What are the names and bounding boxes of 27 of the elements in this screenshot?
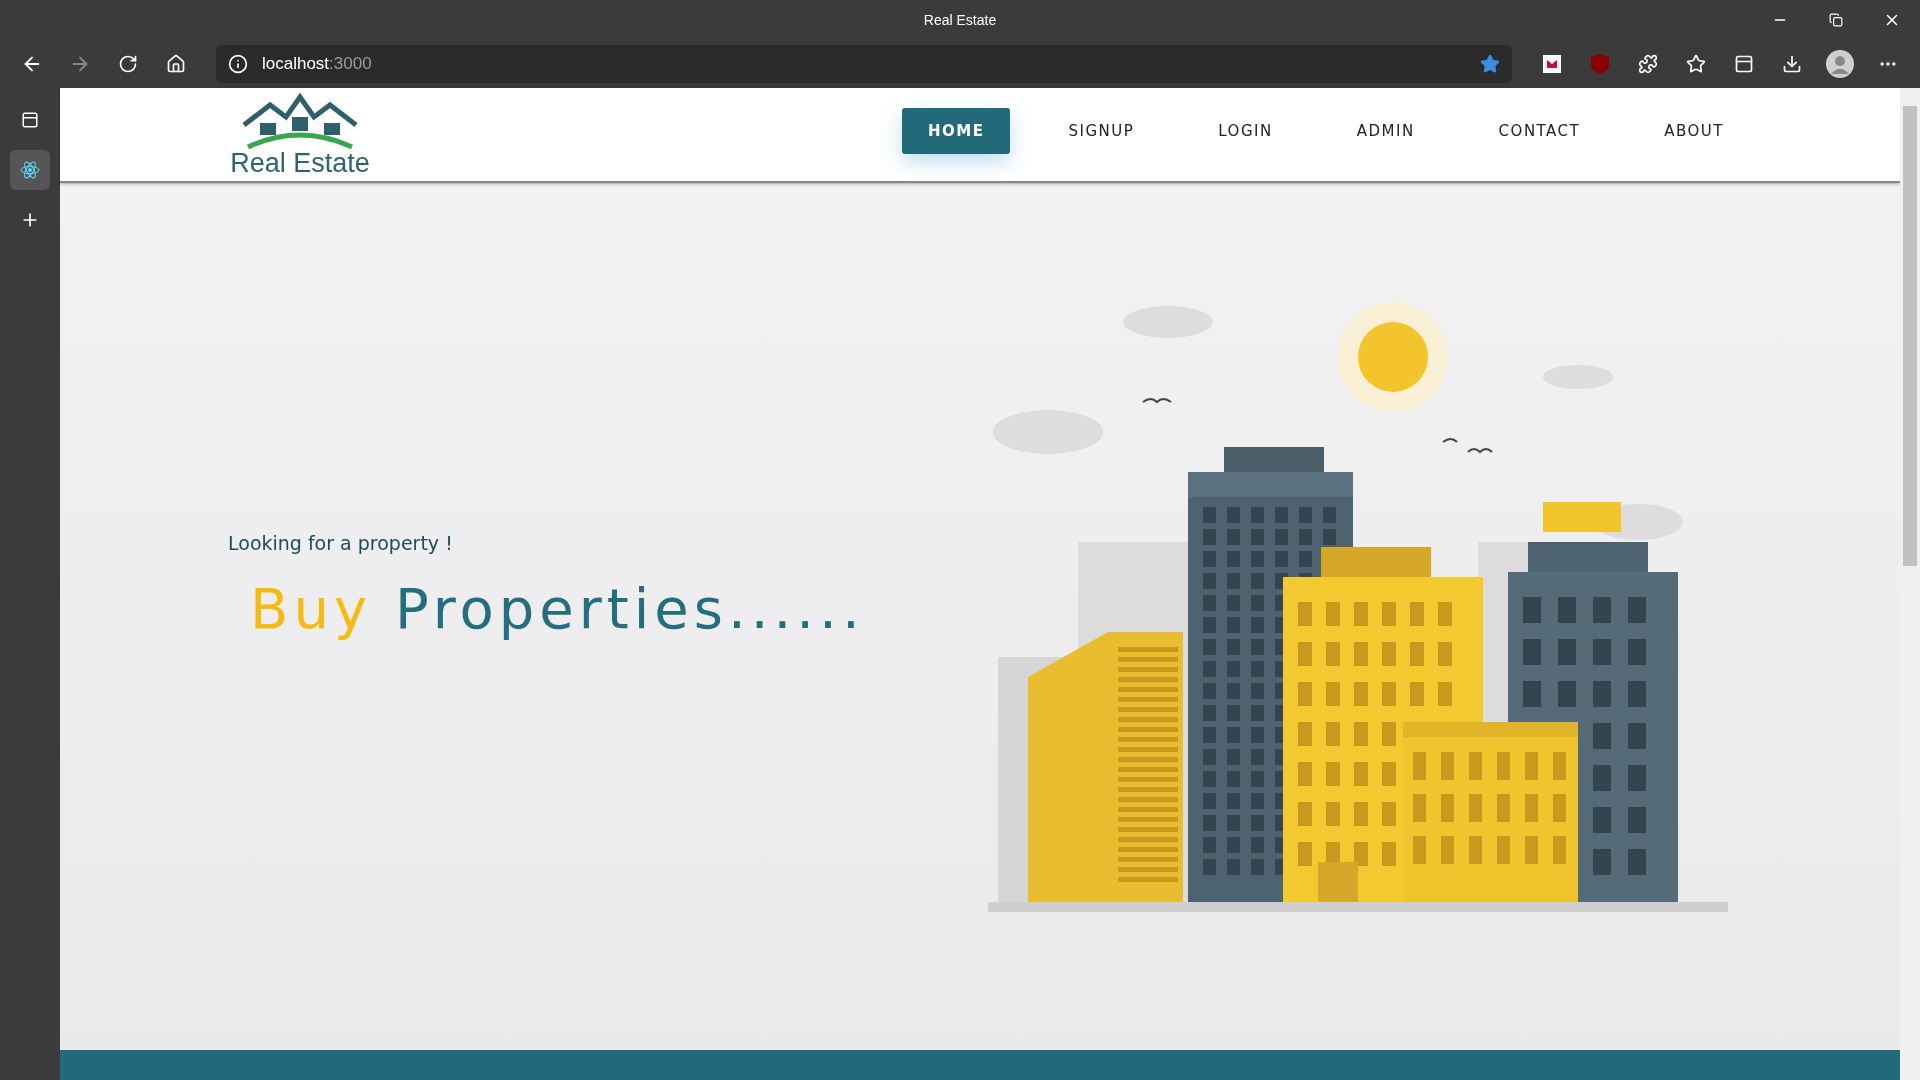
nav-link[interactable]: ADMIN [1330,107,1441,154]
tab-actions-icon[interactable] [21,111,39,129]
nav-link[interactable]: ABOUT [1638,107,1750,154]
restore-icon[interactable] [1829,13,1843,27]
nav-link[interactable]: SIGNUP [1042,107,1161,154]
refresh-icon[interactable] [118,54,138,74]
page-title: Real Estate [923,12,997,28]
nav-link[interactable]: CONTACT [1472,107,1607,154]
collections-icon[interactable] [1734,54,1754,74]
nav-link[interactable]: HOME [902,107,1011,154]
info-icon [228,54,248,74]
url-text: localhost:3000 [262,54,373,74]
houses-logo-icon [242,92,358,149]
profile-avatar-icon[interactable] [1826,50,1854,78]
favorites-icon[interactable] [1686,54,1706,74]
hero-headline: Buy Properties...... [249,576,866,641]
logo-text: Real Estate [230,148,370,177]
favorite-star-icon[interactable] [1480,54,1500,74]
address-bar[interactable]: localhost:3000 [216,45,1512,83]
atom-icon[interactable] [20,160,40,180]
active-tab-button[interactable] [10,150,50,190]
scrollbar[interactable] [1900,88,1920,1080]
download-icon[interactable] [1782,54,1802,74]
hero-subtitle: Looking for a property ! [228,532,454,554]
puzzle-icon[interactable] [1638,54,1658,74]
home-icon[interactable] [166,54,186,74]
nav-link[interactable]: LOGIN [1192,107,1299,154]
